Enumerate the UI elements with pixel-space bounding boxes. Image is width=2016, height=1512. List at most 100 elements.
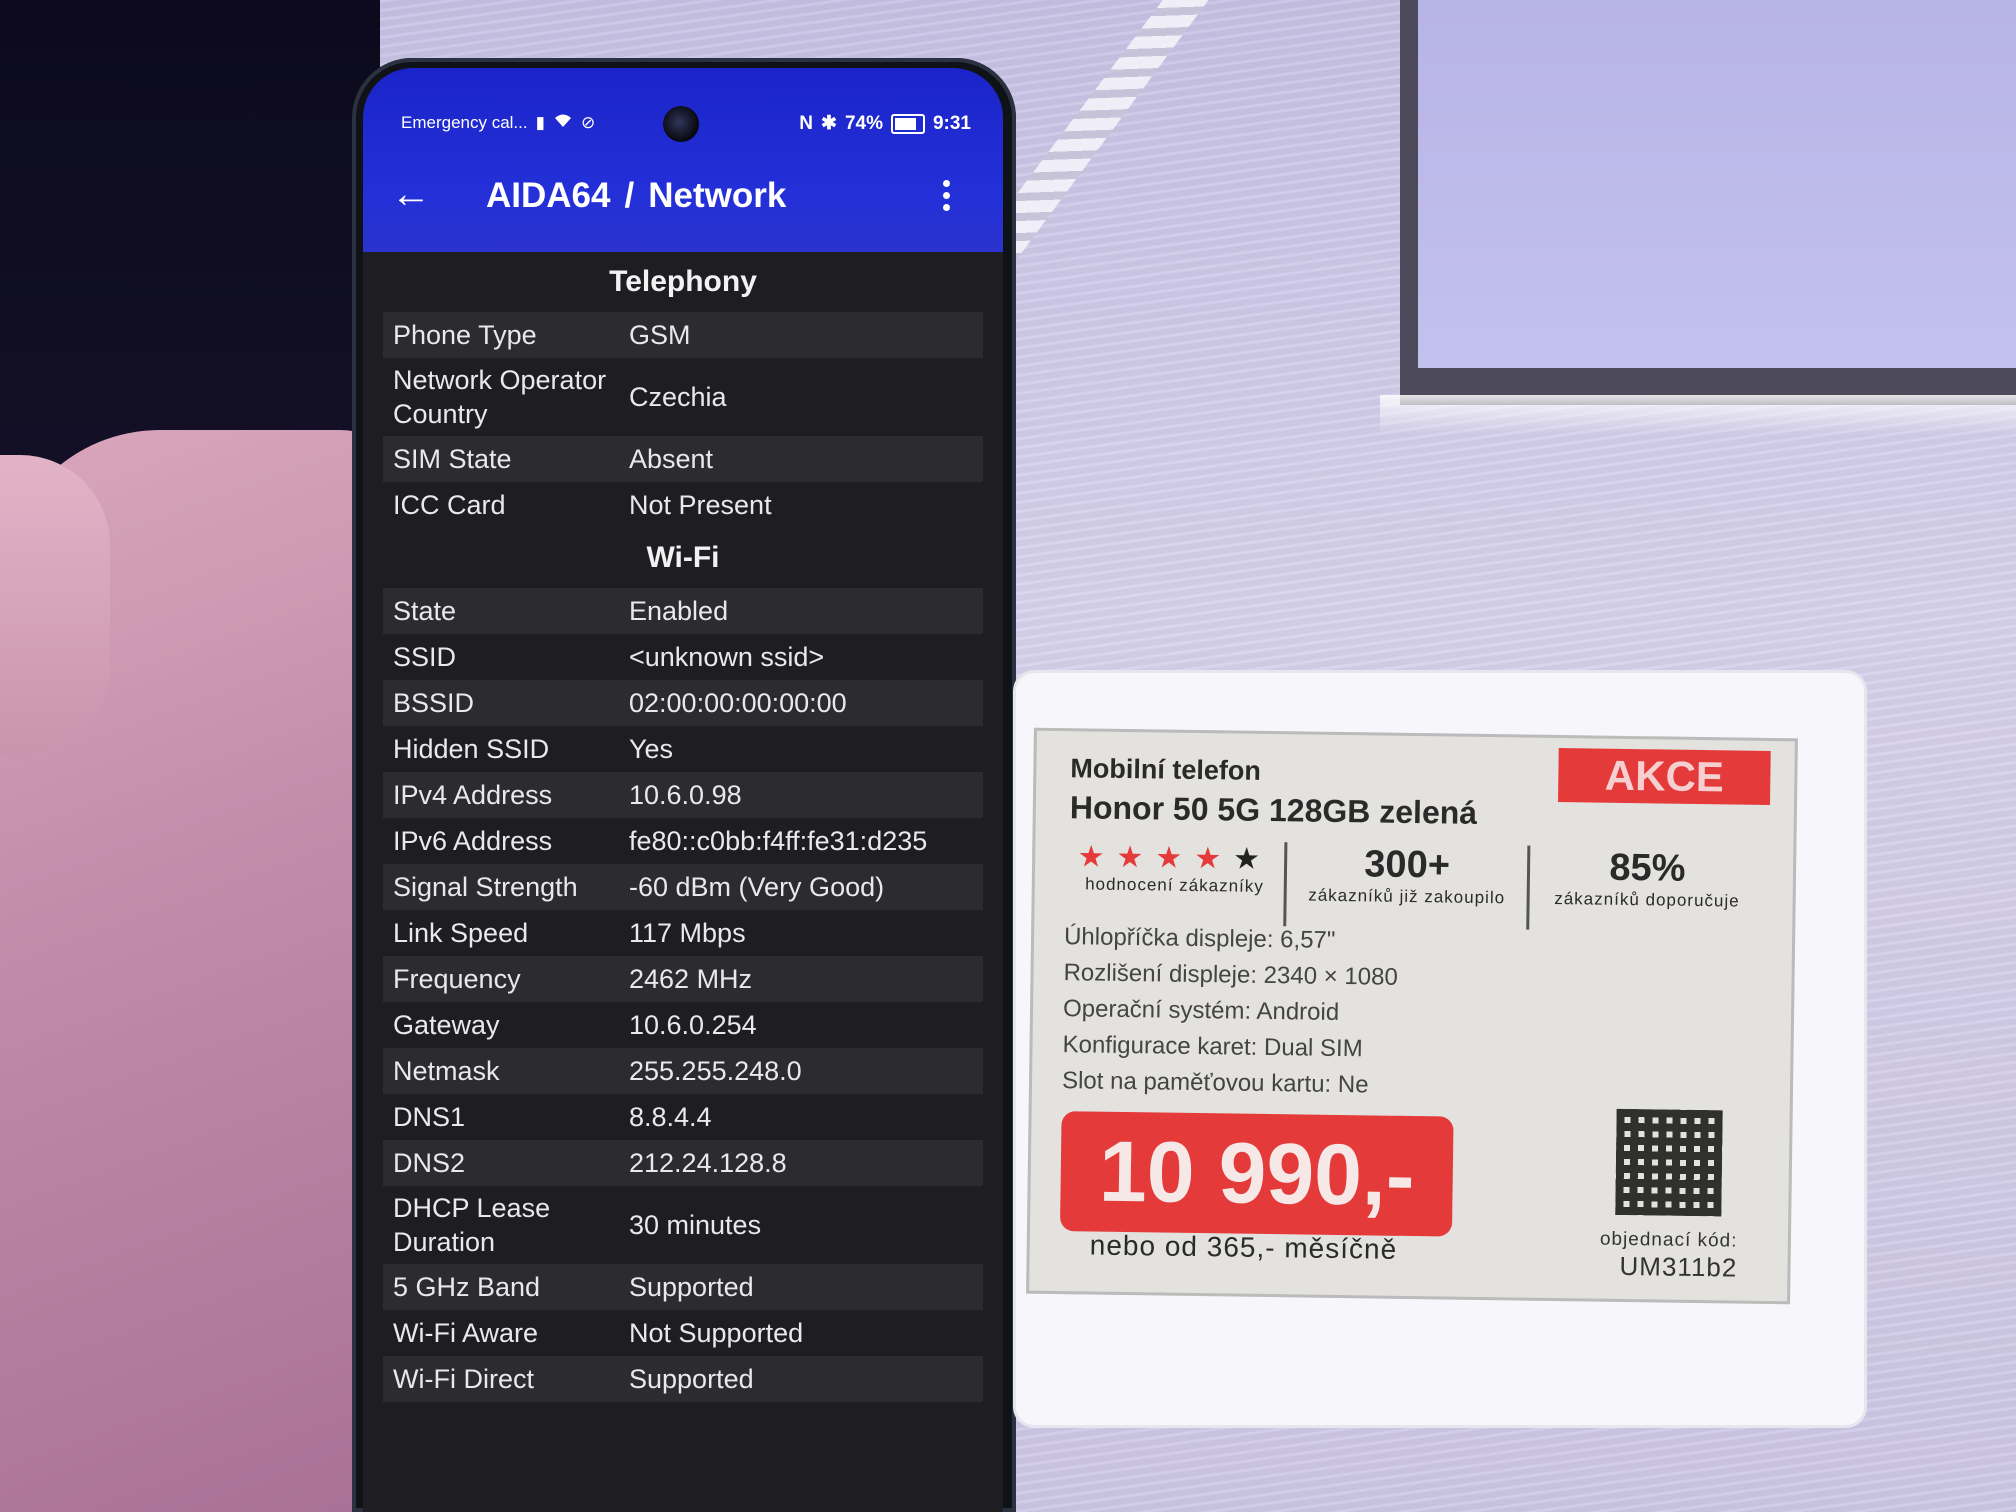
- item-label: Link Speed: [393, 918, 529, 948]
- item-label: IPv4 Address: [393, 780, 553, 810]
- clock: 9:31: [932, 112, 971, 134]
- list-item[interactable]: Network Operator Country Czechia: [383, 358, 983, 436]
- product-category: Mobilní telefon: [1070, 753, 1262, 786]
- item-value: Czechia: [629, 381, 727, 412]
- sim-icon: ▮: [535, 112, 545, 132]
- section-title-wifi: Wi-Fi: [646, 541, 720, 574]
- list-item[interactable]: Gateway 10.6.0.254: [383, 1002, 983, 1048]
- app-bar: Emergency cal... ▮ ⊘ N ✱ 74% 9:31 ← AIDA…: [363, 68, 1003, 252]
- title-separator: /: [624, 176, 635, 215]
- monthly-price: nebo od 365,- měsíčně: [1089, 1229, 1398, 1265]
- section-title-telephony: Telephony: [609, 265, 757, 298]
- list-item[interactable]: Wi-Fi Aware Not Supported: [383, 1310, 983, 1356]
- spec-line: Slot na paměťovou kartu: Ne: [1061, 1067, 1369, 1099]
- spec-line: Operační systém: Android: [1062, 995, 1340, 1026]
- carrier-text: Emergency cal...: [401, 112, 528, 132]
- recommend-block: 85% zákazníků doporučuje: [1525, 845, 1766, 933]
- item-value: Supported: [629, 1363, 754, 1394]
- list-item[interactable]: State Enabled: [383, 588, 983, 634]
- list-item[interactable]: IPv4 Address 10.6.0.98: [383, 772, 983, 818]
- item-label: ICC Card: [393, 490, 506, 520]
- buyers-block: 300+ zákazníků již zakoupilo: [1283, 842, 1528, 930]
- light-strip: [1380, 395, 2016, 435]
- list-item[interactable]: Phone Type GSM: [383, 312, 983, 358]
- page-title: AIDA64 / Network: [486, 176, 786, 216]
- item-label: DNS1: [393, 1102, 466, 1132]
- item-value: Not Present: [629, 489, 772, 520]
- list-item[interactable]: Hidden SSID Yes: [383, 726, 983, 772]
- list-item[interactable]: IPv6 Address fe80::c0bb:f4ff:fe31:d235: [383, 818, 983, 864]
- item-label: Frequency: [393, 964, 521, 994]
- item-label: SSID: [393, 642, 457, 672]
- page-name: Network: [648, 176, 787, 215]
- rating-caption: hodnocení zákazníky: [1085, 874, 1264, 896]
- buyers-count: 300+: [1364, 843, 1451, 887]
- wifi-list: State Enabled SSID <unknown ssid> BSSID 02:…: [363, 588, 1003, 1402]
- qr-code-icon: [1615, 1108, 1723, 1217]
- item-value: 10.6.0.254: [629, 1009, 757, 1040]
- bluetooth-icon: ✱: [821, 113, 837, 134]
- item-value: Enabled: [629, 595, 729, 626]
- item-value: 2462 MHz: [629, 963, 753, 994]
- display-stand-panel: [1418, 0, 2016, 368]
- list-item[interactable]: DNS1 8.8.4.4: [383, 1094, 983, 1140]
- item-value: -60 dBm (Very Good): [629, 871, 885, 902]
- list-item[interactable]: ICC Card Not Present: [383, 482, 983, 528]
- item-label: DHCP Lease Duration: [393, 1193, 551, 1257]
- buyers-caption: zákazníků již zakoupilo: [1308, 885, 1506, 908]
- item-value: 212.24.128.8: [629, 1147, 787, 1178]
- spec-line: Konfigurace karet: Dual SIM: [1062, 1031, 1363, 1063]
- item-value: fe80::c0bb:f4ff:fe31:d235: [629, 825, 928, 856]
- item-label: Signal Strength: [393, 872, 578, 902]
- item-value: 10.6.0.98: [629, 779, 742, 810]
- price: 10 990,-: [1059, 1111, 1454, 1237]
- item-label: Network Operator Country: [393, 365, 607, 429]
- item-label: Netmask: [393, 1056, 500, 1086]
- list-item[interactable]: 5 GHz Band Supported: [383, 1264, 983, 1310]
- price-tag-display: Mobilní telefon Honor 50 5G 128GB zelená…: [1026, 727, 1798, 1305]
- list-item[interactable]: DNS2 212.24.128.8: [383, 1140, 983, 1186]
- battery-percent: 74%: [844, 112, 883, 134]
- list-item[interactable]: Netmask 255.255.248.0: [383, 1048, 983, 1094]
- list-item[interactable]: SIM State Absent: [383, 436, 983, 482]
- list-item[interactable]: Wi-Fi Direct Supported: [383, 1356, 983, 1402]
- hotspot-icon: ⊘: [580, 112, 596, 132]
- rating-stars-icon: ★★★★★: [1077, 840, 1273, 877]
- list-item[interactable]: Frequency 2462 MHz: [383, 956, 983, 1002]
- rating-block: ★★★★★ hodnocení zákazníky: [1064, 839, 1285, 926]
- item-label: State: [393, 596, 457, 626]
- product-specs: Úhlopříčka displeje: 6,57" Rozlišení dis…: [1062, 919, 1399, 1104]
- item-value: 117 Mbps: [629, 917, 746, 948]
- telephony-list: Phone Type GSM Network Operator Country Cz…: [363, 312, 1003, 528]
- wifi-icon: [553, 112, 573, 133]
- overflow-menu-icon[interactable]: [943, 180, 955, 211]
- product-name: Honor 50 5G 128GB zelená: [1069, 789, 1478, 831]
- nfc-icon: N: [799, 112, 814, 134]
- item-value: GSM: [629, 319, 691, 350]
- item-value: 02:00:00:00:00:00: [629, 687, 847, 718]
- item-label: Hidden SSID: [393, 734, 550, 764]
- battery-icon: [890, 113, 925, 134]
- product-stats: ★★★★★ hodnocení zákazníky 300+ zákazníků…: [1064, 839, 1766, 933]
- item-value: 30 minutes: [629, 1209, 762, 1240]
- list-item[interactable]: SSID <unknown ssid>: [383, 634, 983, 680]
- thumb: [0, 455, 110, 755]
- item-value: Not Supported: [629, 1317, 804, 1348]
- back-arrow-icon[interactable]: ←: [391, 174, 431, 214]
- list-item[interactable]: DHCP Lease Duration 30 minutes: [383, 1186, 983, 1264]
- spec-line: Rozlišení displeje: 2340 × 1080: [1063, 959, 1398, 991]
- item-label: Wi-Fi Aware: [393, 1318, 539, 1348]
- sale-badge: AKCE: [1558, 748, 1771, 805]
- list-item[interactable]: Link Speed 117 Mbps: [383, 910, 983, 956]
- item-label: DNS2: [393, 1148, 466, 1178]
- item-value: <unknown ssid>: [629, 641, 825, 672]
- item-value: Yes: [629, 733, 674, 764]
- item-value: Supported: [629, 1271, 754, 1302]
- item-label: Phone Type: [393, 320, 537, 350]
- list-item[interactable]: BSSID 02:00:00:00:00:00: [383, 680, 983, 726]
- list-item[interactable]: Signal Strength -60 dBm (Very Good): [383, 864, 983, 910]
- front-camera: [663, 106, 699, 142]
- order-code-label: objednací kód:: [1599, 1228, 1738, 1252]
- item-value: 255.255.248.0: [629, 1055, 802, 1086]
- item-value: Absent: [629, 443, 714, 474]
